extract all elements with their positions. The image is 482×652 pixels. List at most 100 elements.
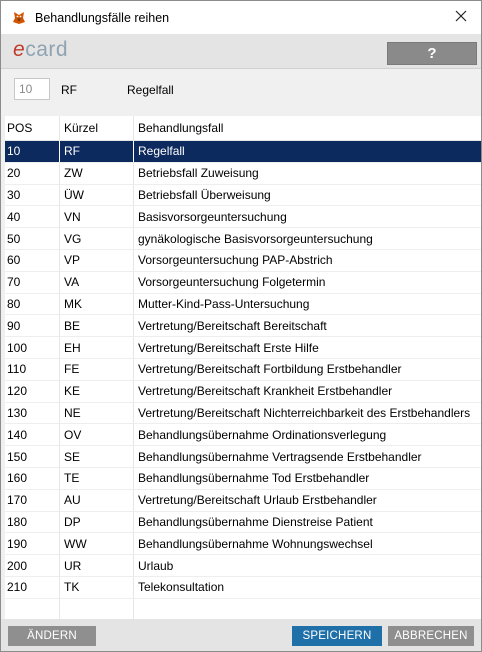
cell-code: SE [59,446,133,467]
cell-pos: 110 [7,362,27,377]
app-logo-icon [11,10,27,26]
table-row[interactable]: 100 EH Vertretung/Bereitschaft Erste Hilfe [5,337,481,359]
empty-cell [133,598,481,619]
cell-pos: 140 [7,427,28,442]
column-header-pos[interactable]: POS [5,116,59,140]
table-row[interactable]: 30 ÜW Betriebsfall Überweisung [5,184,481,207]
cell-code: MK [59,293,133,315]
table-row[interactable]: 150 SE Behandlungsübernahme Vertragsende E… [5,446,481,468]
cell-name: Betriebsfall Zuweisung [133,162,481,184]
table-row[interactable]: 130 NE Vertretung/Bereitschaft Nichterreic… [5,402,481,425]
cell-name: Vertretung/Bereitschaft Fortbildung Erst… [133,358,481,380]
cell-code: OV [59,424,133,446]
cell-code: ZW [59,162,133,184]
cell-name: Basisvorsorgeuntersuchung [133,206,481,228]
cell-name: Vertretung/Bereitschaft Krankheit Erstbe… [133,380,481,402]
cell-pos: 120 [7,384,28,399]
empty-cell [5,599,59,619]
cell-pos: 210 [7,580,28,595]
window-title: Behandlungsfälle reihen [35,10,170,25]
cell-code: TE [59,467,133,489]
cell-name: Vertretung/Bereitschaft Urlaub Erstbehan… [133,489,481,511]
table-row[interactable]: 180 DP Behandlungsübernahme Dienstreise Pa… [5,511,481,534]
cell-code: VA [59,271,133,293]
behandlungsfall-table: POS Kürzel Behandlungsfall 10 RF Regelfall… [5,116,481,619]
table-row[interactable]: 20 ZW Betriebsfall Zuweisung [5,162,481,185]
table-row[interactable]: 90 BE Vertretung/Bereitschaft Bereitschaft [5,315,481,338]
table-row[interactable]: 210 TK Telekonsultation [5,576,481,599]
empty-cell [59,598,133,619]
cell-name: Behandlungsübernahme Dienstreise Patient [133,511,481,533]
cell-pos: 90 [7,318,21,333]
cell-pos: 40 [7,209,21,224]
cell-code: DP [59,511,133,533]
table-row[interactable]: 120 KE Vertretung/Bereitschaft Krankheit E… [5,380,481,403]
table-row[interactable]: 140 OV Behandlungsübernahme Ordinationsver… [5,424,481,447]
cell-code: NE [59,402,133,424]
table-row[interactable]: 70 VA Vorsorgeuntersuchung Folgetermin [5,271,481,294]
table-row[interactable]: 110 FE Vertretung/Bereitschaft Fortbildung… [5,358,481,381]
table-body: 10 RF Regelfall 20 ZW Betriebsfall Zuweisung 3… [5,141,481,619]
cell-name: Vertretung/Bereitschaft Erste Hilfe [133,337,481,358]
empty-row [5,598,481,619]
position-input[interactable] [14,78,50,100]
cell-pos: 170 [7,493,28,508]
current-code: RF [61,83,77,97]
cell-code: UR [59,555,133,576]
cell-name: Urlaub [133,555,481,576]
table-row[interactable]: 50 VG gynäkologische Basisvorsorgeuntersuc… [5,228,481,250]
column-header-behandlungsfall[interactable]: Behandlungsfall [133,116,481,140]
cell-pos: 130 [7,405,28,420]
cell-code: ÜW [59,184,133,206]
brand-bar: ecard ? [1,34,481,69]
cell-pos: 160 [7,471,28,486]
table-row[interactable]: 40 VN Basisvorsorgeuntersuchung [5,206,481,229]
cell-pos: 200 [7,558,28,573]
ecard-logo: ecard [13,38,69,61]
cell-pos: 10 [7,144,21,159]
cell-pos: 70 [7,275,21,290]
cell-code: EH [59,337,133,358]
help-button[interactable]: ? [387,42,477,65]
dialog-window: Behandlungsfälle reihen ecard ? RF Regel… [0,0,482,652]
cell-code: KE [59,380,133,402]
aendern-button[interactable]: ÄNDERN [8,626,96,646]
cell-pos: 190 [7,536,28,551]
speichern-button[interactable]: SPEICHERN [292,626,382,646]
cell-name: gynäkologische Basisvorsorgeuntersuchung [133,228,481,249]
cell-name: Vertretung/Bereitschaft Nichterreichbark… [133,402,481,424]
table-row[interactable]: 60 VP Vorsorgeuntersuchung PAP-Abstrich [5,249,481,272]
cell-code: WW [59,533,133,555]
cell-pos: 180 [7,514,28,529]
close-button[interactable] [441,1,481,34]
footer-bar: ÄNDERN SPEICHERN ABBRECHEN [1,619,481,651]
current-name: Regelfall [127,83,174,97]
cell-code: VN [59,206,133,228]
cell-code: TK [59,576,133,598]
table-row[interactable]: 170 AU Vertretung/Bereitschaft Urlaub Erst… [5,489,481,512]
cell-name: Behandlungsübernahme Tod Erstbehandler [133,467,481,489]
table-row[interactable]: 160 TE Behandlungsübernahme Tod Erstbehand… [5,467,481,490]
cell-code: VG [59,228,133,249]
table-row[interactable]: 200 UR Urlaub [5,555,481,577]
cell-name: Vertretung/Bereitschaft Bereitschaft [133,315,481,337]
table-row[interactable]: 10 RF Regelfall [5,141,481,163]
cell-name: Behandlungsübernahme Vertragsende Erstbe… [133,446,481,467]
abbrechen-button[interactable]: ABBRECHEN [388,626,474,646]
table-row[interactable]: 80 MK Mutter-Kind-Pass-Untersuchung [5,293,481,316]
cell-pos: 20 [7,166,21,181]
cell-pos: 150 [7,449,28,464]
cell-name: Telekonsultation [133,576,481,598]
cell-name: Betriebsfall Überweisung [133,184,481,206]
title-bar: Behandlungsfälle reihen [1,1,481,34]
cell-name: Mutter-Kind-Pass-Untersuchung [133,293,481,315]
table-row[interactable]: 190 WW Behandlungsübernahme Wohnungswechse… [5,533,481,556]
cell-name: Behandlungsübernahme Wohnungswechsel [133,533,481,555]
cell-pos: 100 [7,340,28,355]
cell-name: Vorsorgeuntersuchung Folgetermin [133,271,481,293]
cell-pos: 50 [7,231,21,246]
cell-code: VP [59,249,133,271]
column-header-kuerzel[interactable]: Kürzel [59,116,133,140]
close-icon [455,10,467,25]
cell-pos: 30 [7,187,21,202]
